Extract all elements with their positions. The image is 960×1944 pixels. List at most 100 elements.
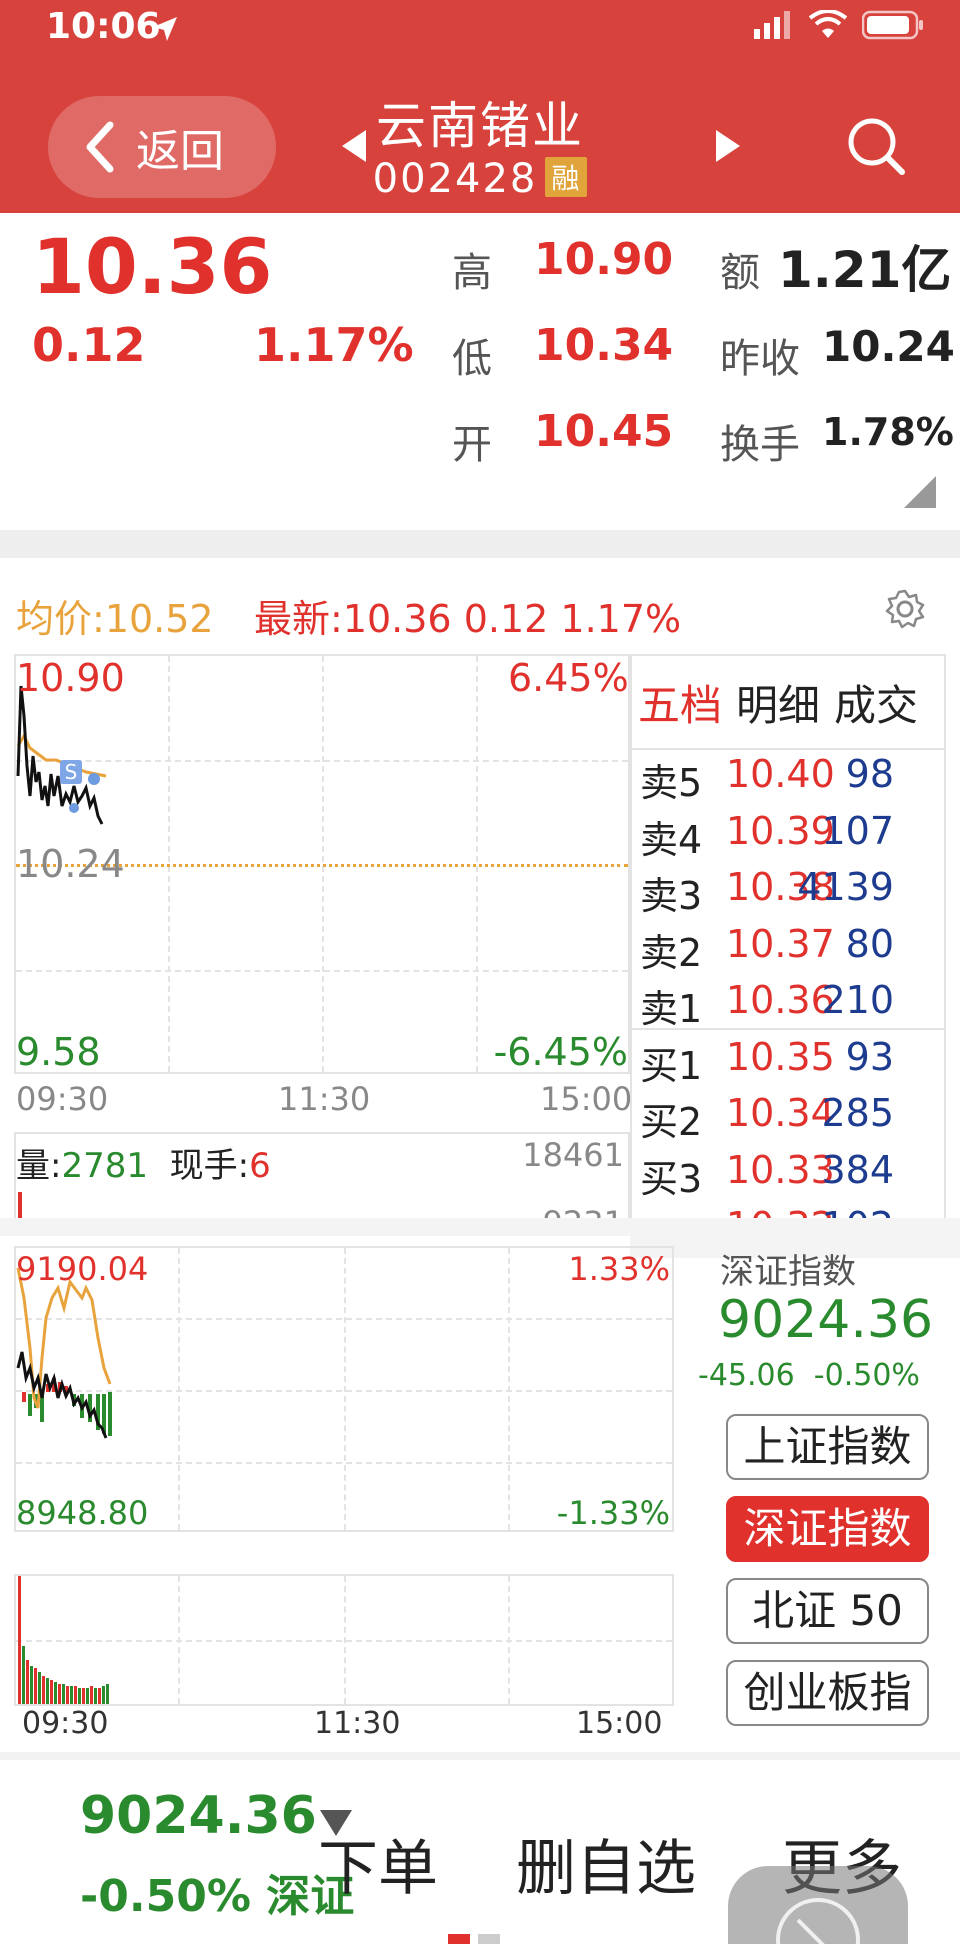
intraday-top-pct: 6.45% bbox=[508, 656, 629, 700]
avg-price-row: 均价:10.52 bbox=[16, 588, 214, 643]
hand-value: 6 bbox=[249, 1146, 271, 1186]
intraday-time-mid: 11:30 bbox=[278, 1080, 371, 1118]
book-level-label: 买3 bbox=[640, 1156, 703, 1201]
book-volume: 98 bbox=[845, 752, 894, 796]
book-row[interactable]: 卖1 10.36 210 bbox=[640, 978, 920, 1034]
book-volume: 93 bbox=[845, 1034, 894, 1079]
status-icons bbox=[754, 10, 924, 40]
index-time-start: 09:30 bbox=[22, 1706, 109, 1741]
margin-badge: 融 bbox=[545, 157, 588, 197]
location-arrow-icon bbox=[153, 17, 177, 41]
status-time: 10:06 bbox=[46, 6, 161, 47]
section-divider bbox=[0, 530, 960, 558]
index-time-mid: 11:30 bbox=[314, 1706, 401, 1741]
volume-max: 18461 bbox=[522, 1136, 624, 1174]
book-row[interactable]: 买1 10.35 93 bbox=[640, 1035, 920, 1091]
assist-circle-icon bbox=[776, 1898, 860, 1944]
latest-change: 0.12 bbox=[463, 597, 549, 641]
tab-five-levels[interactable]: 五档 bbox=[638, 672, 722, 733]
volume-value: 2781 bbox=[61, 1146, 148, 1186]
book-row[interactable]: 卖4 10.39 107 bbox=[640, 809, 920, 865]
bottom-index-value[interactable]: 9024.36 bbox=[80, 1786, 317, 1846]
book-row[interactable]: 买2 10.34 285 bbox=[640, 1091, 920, 1147]
next-stock-arrow-icon[interactable] bbox=[714, 128, 742, 164]
index-change: -45.06 bbox=[698, 1358, 795, 1393]
open-value: 10.45 bbox=[534, 406, 674, 457]
stock-name: 云南锗业 bbox=[376, 97, 584, 155]
latest-row: 最新:10.36 0.12 1.17% bbox=[254, 588, 681, 643]
intraday-volume-frame: 量:2781 现手:6 18461 9231 bbox=[14, 1132, 630, 1218]
index-value: 9024.36 bbox=[718, 1290, 934, 1350]
stock-code-row: 002428 融 bbox=[0, 156, 960, 202]
price-change-pct: 1.17% bbox=[254, 318, 414, 372]
volume-label: 量: bbox=[16, 1146, 62, 1186]
page-indicator bbox=[478, 1934, 500, 1944]
intraday-time-end: 15:00 bbox=[540, 1080, 633, 1118]
amount-label: 额 bbox=[720, 250, 760, 296]
tab-details[interactable]: 明细 bbox=[736, 672, 820, 733]
settings-gear-icon[interactable] bbox=[884, 588, 926, 630]
book-row[interactable]: 卖2 10.37 80 bbox=[640, 922, 920, 978]
amount-value: 1.21亿 bbox=[778, 241, 952, 299]
open-label: 开 bbox=[452, 422, 492, 468]
low-value: 10.34 bbox=[534, 320, 674, 371]
index-change-row: -45.06 -0.50% bbox=[698, 1358, 920, 1393]
section-divider-2 bbox=[0, 1218, 960, 1236]
book-level-label: 卖2 bbox=[640, 930, 703, 975]
turnover-value: 1.78% bbox=[822, 410, 954, 454]
book-volume: 107 bbox=[821, 808, 894, 853]
remove-favorite-button[interactable]: 删自选 bbox=[516, 1820, 696, 1907]
book-volume: 4139 bbox=[797, 865, 894, 909]
book-price: 10.37 bbox=[726, 921, 835, 966]
index-top-pct: 1.33% bbox=[568, 1250, 670, 1288]
book-level-label: 卖5 bbox=[640, 761, 703, 805]
book-price: 10.36 bbox=[726, 978, 835, 1022]
intraday-top-price: 10.90 bbox=[16, 656, 125, 700]
book-price: 10.40 bbox=[726, 752, 835, 796]
index-button-cyb[interactable]: 创业板指 bbox=[726, 1660, 929, 1726]
bottom-index-row: -0.50% 深证 bbox=[80, 1860, 354, 1924]
book-price: 10.39 bbox=[726, 808, 835, 853]
prev-close-value: 10.24 bbox=[822, 322, 955, 371]
high-label: 高 bbox=[452, 250, 492, 296]
book-level-label: 买1 bbox=[640, 1043, 703, 1088]
prev-close-label: 昨收 bbox=[720, 336, 800, 382]
search-icon[interactable] bbox=[846, 116, 906, 176]
book-row[interactable]: 卖3 10.38 4139 bbox=[640, 865, 920, 921]
bottom-index-pct: -0.50% bbox=[80, 1871, 251, 1922]
wifi-icon bbox=[808, 10, 848, 38]
tab-trades[interactable]: 成交 bbox=[834, 672, 918, 733]
index-time-end: 15:00 bbox=[576, 1706, 663, 1741]
index-button-sz[interactable]: 深证指数 bbox=[726, 1496, 929, 1562]
latest-label: 最新: bbox=[254, 597, 343, 641]
book-tabs: 五档 明细 成交 bbox=[638, 672, 918, 733]
low-label: 低 bbox=[452, 336, 492, 382]
index-volume-bars bbox=[18, 1576, 109, 1704]
book-level-label: 卖1 bbox=[640, 987, 703, 1031]
floating-assist-button[interactable] bbox=[728, 1866, 908, 1944]
bottom-divider bbox=[0, 1752, 960, 1760]
app-header: 10:06 返回 云南锗业 002428 融 bbox=[0, 0, 960, 213]
stock-code: 002428 bbox=[372, 156, 538, 202]
trade-marker: S bbox=[65, 760, 78, 784]
avg-value: 10.52 bbox=[104, 597, 214, 641]
book-volume: 80 bbox=[845, 921, 894, 966]
avg-label: 均价: bbox=[16, 597, 105, 641]
book-row[interactable]: 买3 10.33 384 bbox=[640, 1148, 920, 1204]
order-button[interactable]: 下单 bbox=[318, 1820, 438, 1907]
book-volume: 285 bbox=[821, 1091, 894, 1135]
book-row[interactable]: 卖5 10.40 98 bbox=[640, 752, 920, 808]
expand-corner-icon[interactable] bbox=[904, 476, 936, 508]
turnover-label: 换手 bbox=[720, 422, 800, 468]
book-price: 10.34 bbox=[726, 1091, 835, 1135]
index-top-value: 9190.04 bbox=[16, 1250, 149, 1288]
intraday-time-start: 09:30 bbox=[16, 1080, 109, 1118]
book-price: 10.35 bbox=[726, 1034, 835, 1079]
index-button-bj50[interactable]: 北证 50 bbox=[726, 1578, 929, 1644]
signal-icon bbox=[754, 11, 790, 39]
index-button-sh[interactable]: 上证指数 bbox=[726, 1414, 929, 1480]
page-indicator-active bbox=[448, 1934, 470, 1944]
last-price: 10.36 bbox=[32, 222, 273, 311]
book-level-label: 卖4 bbox=[640, 817, 703, 862]
index-bottom-value: 8948.80 bbox=[16, 1494, 149, 1532]
